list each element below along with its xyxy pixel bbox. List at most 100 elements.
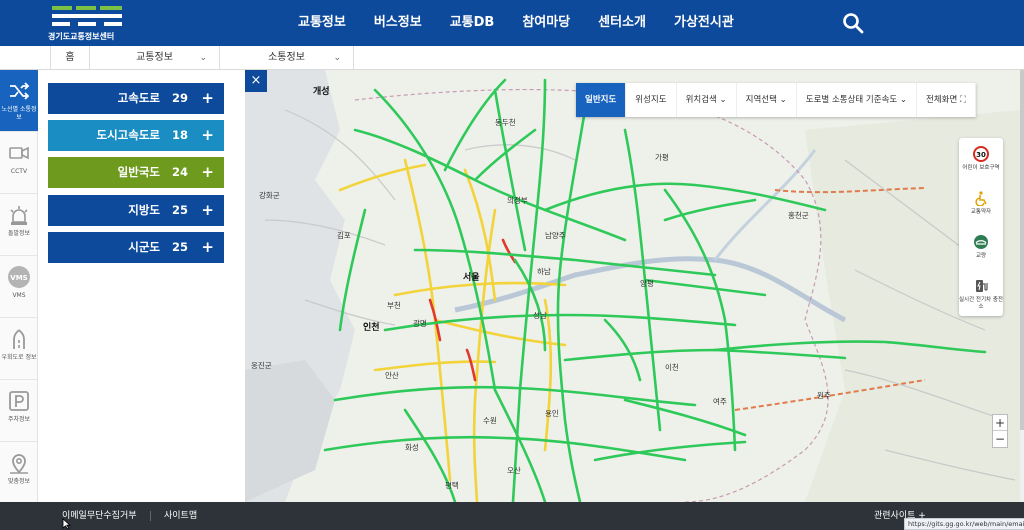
traffic-map[interactable]: × 개성 동두천 포천 의정부 서울 인천 부천 수원 용인 이천 여주 원주 … [245,70,1020,502]
road-category-panel: 고속도로 29 + 도시고속도로 18 + 일반국도 24 + 지방도 25 +… [38,70,245,502]
road-provincial-button[interactable]: 지방도 25 + [48,195,224,226]
rail-item-incident[interactable]: 돌발정보 [0,194,38,256]
map-place-label: 하남 [537,267,551,276]
rail-label: CCTV [10,168,28,175]
rail-label: 노선별 소통정보 [1,106,37,121]
map-place-label: 서울 [463,273,480,283]
nav-participation[interactable]: 참여마당 [508,0,584,46]
route-shuffle-icon [10,82,30,100]
map-layer-legend: 30 어린이 보호구역 교통약자 교량 실시간 전기차 충전소 [959,138,1003,316]
speed-criteria-label: 도로별 소통상태 기준속도 [805,95,898,105]
legend-label: 교량 [975,253,987,259]
road-name: 일반국도 [117,165,160,179]
site-logo[interactable]: 경기도교통정보센터 [48,4,128,42]
ev-charger-icon [976,280,988,292]
scrollbar-thumb[interactable] [1020,70,1024,430]
nav-traffic-info[interactable]: 교통정보 [284,0,360,46]
map-place-label: 가평 [655,153,669,162]
logo-text: 경기도교통정보센터 [48,32,115,41]
rail-item-vms[interactable]: VMS VMS [0,256,38,318]
road-count: 24 [171,165,188,179]
footer-divider [150,511,151,521]
region-select-label: 지역선택 [745,95,777,105]
layer-school-zone[interactable]: 30 어린이 보호구역 [959,140,1003,184]
vms-icon: VMS [8,266,30,288]
rail-label: 우회도로 정보 [1,354,37,361]
close-map-button[interactable]: × [245,70,267,92]
rail-item-detour[interactable]: 우회도로 정보 [0,318,38,380]
rail-item-parking[interactable]: 주차정보 [0,380,38,442]
legend-label: 실시간 전기차 충전소 [959,297,1003,310]
location-search-dropdown[interactable]: 위치검색 ⌄ [677,83,737,117]
map-place-label: 홍천군 [788,211,809,220]
road-national-button[interactable]: 일반국도 24 + [48,157,224,188]
tab-normal-map[interactable]: 일반지도 [576,83,627,117]
road-name: 지방도 [128,203,160,217]
layer-ev-charger[interactable]: 실시간 전기차 충전소 [959,272,1003,316]
road-highway-button[interactable]: 고속도로 29 + [48,83,224,114]
road-urban-expressway-button[interactable]: 도시고속도로 18 + [48,120,224,151]
fullscreen-label: 전체화면 [926,95,958,105]
map-place-label: 이천 [665,363,679,372]
rail-item-custom[interactable]: 맞춤정보 [0,442,38,504]
map-place-label: 원주 [817,391,831,400]
map-place-label: 부천 [387,301,401,310]
rail-label: 주차정보 [7,416,31,423]
rail-label: 돌발정보 [7,230,31,237]
fullscreen-icon: ⛶ [960,95,966,105]
nav-traffic-db[interactable]: 교통DB [436,0,509,46]
rail-item-route-traffic[interactable]: 노선별 소통정보 [0,70,38,132]
map-place-label: 개성 [313,87,330,97]
detour-road-icon [13,329,25,349]
map-place-label: 양평 [640,279,654,288]
fullscreen-button[interactable]: 전체화면 ⛶ [917,83,976,117]
speed-criteria-dropdown[interactable]: 도로별 소통상태 기준속도 ⌄ [797,83,918,117]
speed-limit-badge: 30 [976,151,986,159]
road-name: 도시고속도로 [96,128,160,142]
breadcrumb: 홈 교통정보 ⌄ 소통정보 ⌄ [0,46,1024,70]
zoom-out-button[interactable]: − [993,431,1007,447]
email-refusal-link[interactable]: 이메일무단수집거부 [62,502,137,530]
map-base-layer [245,70,1020,502]
map-place-label: 오산 [507,466,521,475]
sitemap-link[interactable]: 사이트맵 [164,502,197,530]
breadcrumb-home[interactable]: 홈 [50,46,90,70]
region-select-dropdown[interactable]: 지역선택 ⌄ [737,83,797,117]
chevron-down-icon: ⌄ [899,95,908,105]
nav-virtual-exhibit[interactable]: 가상전시관 [660,0,748,46]
map-place-label: 남양주 [545,231,566,240]
zoom-control: + − [992,414,1008,448]
breadcrumb-level1-select[interactable]: 교통정보 ⌄ [90,46,220,70]
parking-icon [9,391,29,411]
plus-icon: + [201,201,214,219]
location-pin-icon [10,454,28,474]
road-count: 25 [171,203,188,217]
map-place-label: 화성 [405,443,419,452]
nav-bus-info[interactable]: 버스정보 [360,0,436,46]
speed-limit-icon: 30 [973,146,989,162]
chevron-down-icon: ⌄ [199,53,207,63]
road-municipal-button[interactable]: 시군도 25 + [48,232,224,263]
tab-satellite-map[interactable]: 위성지도 [626,83,677,117]
main-nav: 교통정보 버스정보 교통DB 참여마당 센터소개 가상전시관 [284,0,748,46]
page-scrollbar[interactable] [1020,70,1024,502]
layer-vulnerable[interactable]: 교통약자 [959,184,1003,228]
plus-icon: + [201,126,214,144]
logo-mark-icon [52,6,124,28]
plus-icon: + [201,238,214,256]
road-name: 시군도 [128,240,160,254]
road-count: 25 [171,240,188,254]
rail-label: VMS [12,292,26,299]
rail-item-cctv[interactable]: CCTV [0,132,38,194]
map-place-label: 여주 [713,397,727,406]
breadcrumb-level2-select[interactable]: 소통정보 ⌄ [220,46,354,70]
map-place-label: 안산 [385,371,399,380]
location-search-label: 위치검색 [685,95,717,105]
top-header: 경기도교통정보센터 교통정보 버스정보 교통DB 참여마당 센터소개 가상전시관 [0,0,1024,46]
alert-light-icon [10,206,28,225]
zoom-in-button[interactable]: + [993,415,1007,431]
search-icon[interactable] [842,12,864,34]
map-place-label: 광명 [413,319,427,328]
nav-center-intro[interactable]: 센터소개 [584,0,660,46]
layer-bridge[interactable]: 교량 [959,228,1003,272]
